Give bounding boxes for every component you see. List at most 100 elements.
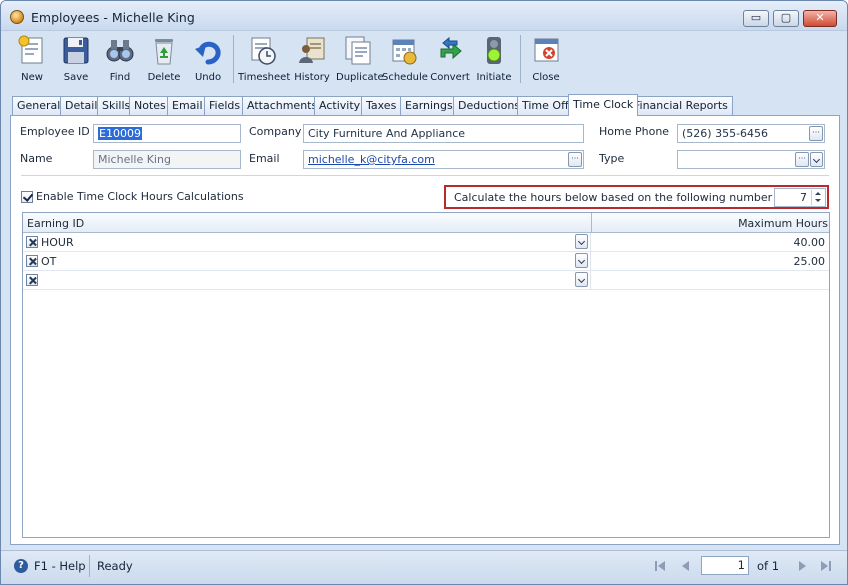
type-dropdown-button[interactable] (810, 152, 823, 167)
delete-button[interactable]: Delete (142, 31, 186, 88)
status-separator (89, 555, 90, 577)
find-button[interactable]: Find (98, 31, 142, 88)
remove-row-icon[interactable] (26, 255, 38, 267)
timesheet-button[interactable]: Timesheet (238, 31, 290, 88)
tab-strip: General Detail Skills Notes Email Fields… (10, 94, 840, 116)
undo-button[interactable]: Undo (186, 31, 230, 88)
convert-button[interactable]: Convert (428, 31, 472, 88)
tab-taxes[interactable]: Taxes (361, 96, 402, 115)
employee-id-input[interactable]: E10009 (93, 124, 241, 143)
schedule-label: Schedule (382, 72, 428, 83)
status-text: Ready (97, 559, 133, 573)
company-label: Company (249, 125, 302, 138)
new-button[interactable]: New (10, 31, 54, 88)
phone-lookup-button[interactable]: ··· (809, 126, 823, 141)
earning-id-value: OT (41, 255, 57, 268)
home-phone-input[interactable]: (526) 355-6456 ··· (677, 124, 825, 143)
remove-row-icon[interactable] (26, 236, 38, 248)
undo-arrow-icon (193, 35, 223, 66)
tab-financial-reports[interactable]: Financial Reports (629, 96, 733, 115)
name-label: Name (20, 152, 53, 165)
home-phone-label: Home Phone (599, 125, 670, 138)
days-spinner[interactable]: 7 (774, 188, 826, 207)
remove-row-icon[interactable] (26, 274, 38, 286)
help-icon[interactable]: ? (14, 559, 28, 573)
duplicate-icon (343, 35, 373, 66)
earning-id-cell[interactable] (23, 271, 591, 290)
save-label: Save (63, 72, 89, 83)
previous-page-icon[interactable] (679, 559, 693, 573)
toolbar-separator (520, 35, 521, 83)
find-label: Find (109, 72, 131, 83)
column-header-maximum-hours[interactable]: Maximum Hours (738, 217, 828, 230)
timesheet-clock-icon (248, 35, 278, 66)
chevron-down-icon (577, 275, 586, 284)
new-document-icon (17, 35, 47, 66)
company-input[interactable]: City Furniture And Appliance (303, 124, 584, 143)
home-phone-value: (526) 355-6456 (682, 127, 769, 140)
status-bar: ? F1 - Help Ready 1 of 1 (1, 550, 847, 584)
window-title: Employees - Michelle King (31, 10, 195, 25)
convert-arrows-icon (435, 35, 465, 66)
email-input[interactable]: michelle_k@cityfa.com ··· (303, 150, 584, 169)
initiate-button[interactable]: Initiate (472, 31, 516, 88)
email-link[interactable]: michelle_k@cityfa.com (308, 153, 435, 166)
email-label: Email (249, 152, 280, 165)
history-person-icon (297, 35, 327, 66)
maximum-hours-value[interactable]: 25.00 (794, 255, 826, 268)
title-bar: Employees - Michelle King ▭ ▢ ✕ (1, 1, 847, 31)
maximum-hours-value[interactable]: 40.00 (794, 236, 826, 249)
tab-fields[interactable]: Fields (204, 96, 246, 115)
tab-earnings[interactable]: Earnings (400, 96, 458, 115)
delete-label: Delete (147, 72, 181, 83)
table-row[interactable] (23, 271, 829, 290)
table-row[interactable]: OT 25.00 (23, 252, 829, 271)
close-label: Close (532, 72, 560, 83)
schedule-button[interactable]: Schedule (382, 31, 428, 88)
type-select[interactable]: ··· (677, 150, 825, 169)
employees-window: Employees - Michelle King ▭ ▢ ✕ New Save… (0, 0, 848, 585)
days-value: 7 (800, 191, 807, 204)
name-field: Michelle King (93, 150, 241, 169)
chevron-down-icon (577, 256, 586, 265)
maximize-button[interactable]: ▢ (773, 10, 799, 27)
earning-id-cell[interactable]: HOUR (23, 233, 591, 252)
duplicate-button[interactable]: Duplicate (336, 31, 384, 88)
days-setting-box: Calculate the hours below based on the f… (444, 185, 829, 209)
enable-time-clock-checkbox[interactable] (21, 191, 33, 203)
tab-time-clock[interactable]: Time Clock (568, 94, 639, 116)
tab-attachments[interactable]: Attachments (242, 96, 323, 115)
recycle-bin-icon (149, 35, 179, 66)
earning-id-dropdown-button[interactable] (575, 253, 588, 268)
help-label[interactable]: F1 - Help (34, 559, 86, 573)
schedule-icon (389, 35, 419, 66)
next-page-icon[interactable] (795, 559, 809, 573)
first-page-icon[interactable] (653, 559, 667, 573)
binoculars-icon (105, 35, 135, 66)
close-button[interactable]: Close (524, 31, 568, 88)
tab-deductions[interactable]: Deductions (453, 96, 526, 115)
column-header-earning-id[interactable]: Earning ID (27, 217, 84, 230)
tab-general[interactable]: General (12, 96, 66, 115)
close-window-button[interactable]: ✕ (803, 10, 837, 27)
spinner-arrows[interactable] (811, 190, 824, 205)
earning-id-cell[interactable]: OT (23, 252, 591, 271)
tab-notes[interactable]: Notes (129, 96, 171, 115)
history-button[interactable]: History (290, 31, 334, 88)
chevron-down-icon (812, 155, 821, 164)
duplicate-label: Duplicate (336, 72, 384, 83)
floppy-disk-icon (61, 35, 91, 66)
tab-activity[interactable]: Activity (314, 96, 366, 115)
column-divider (591, 213, 592, 233)
table-row[interactable]: HOUR 40.00 (23, 233, 829, 252)
minimize-button[interactable]: ▭ (743, 10, 769, 27)
email-lookup-button[interactable]: ··· (568, 152, 582, 167)
last-page-icon[interactable] (819, 559, 833, 573)
save-button[interactable]: Save (54, 31, 98, 88)
type-lookup-button[interactable]: ··· (795, 152, 809, 167)
tab-email[interactable]: Email (167, 96, 208, 115)
tab-time-off[interactable]: Time Off (517, 96, 574, 115)
earning-id-dropdown-button[interactable] (575, 234, 588, 249)
earning-id-dropdown-button[interactable] (575, 272, 588, 287)
page-number-input[interactable]: 1 (701, 556, 749, 575)
